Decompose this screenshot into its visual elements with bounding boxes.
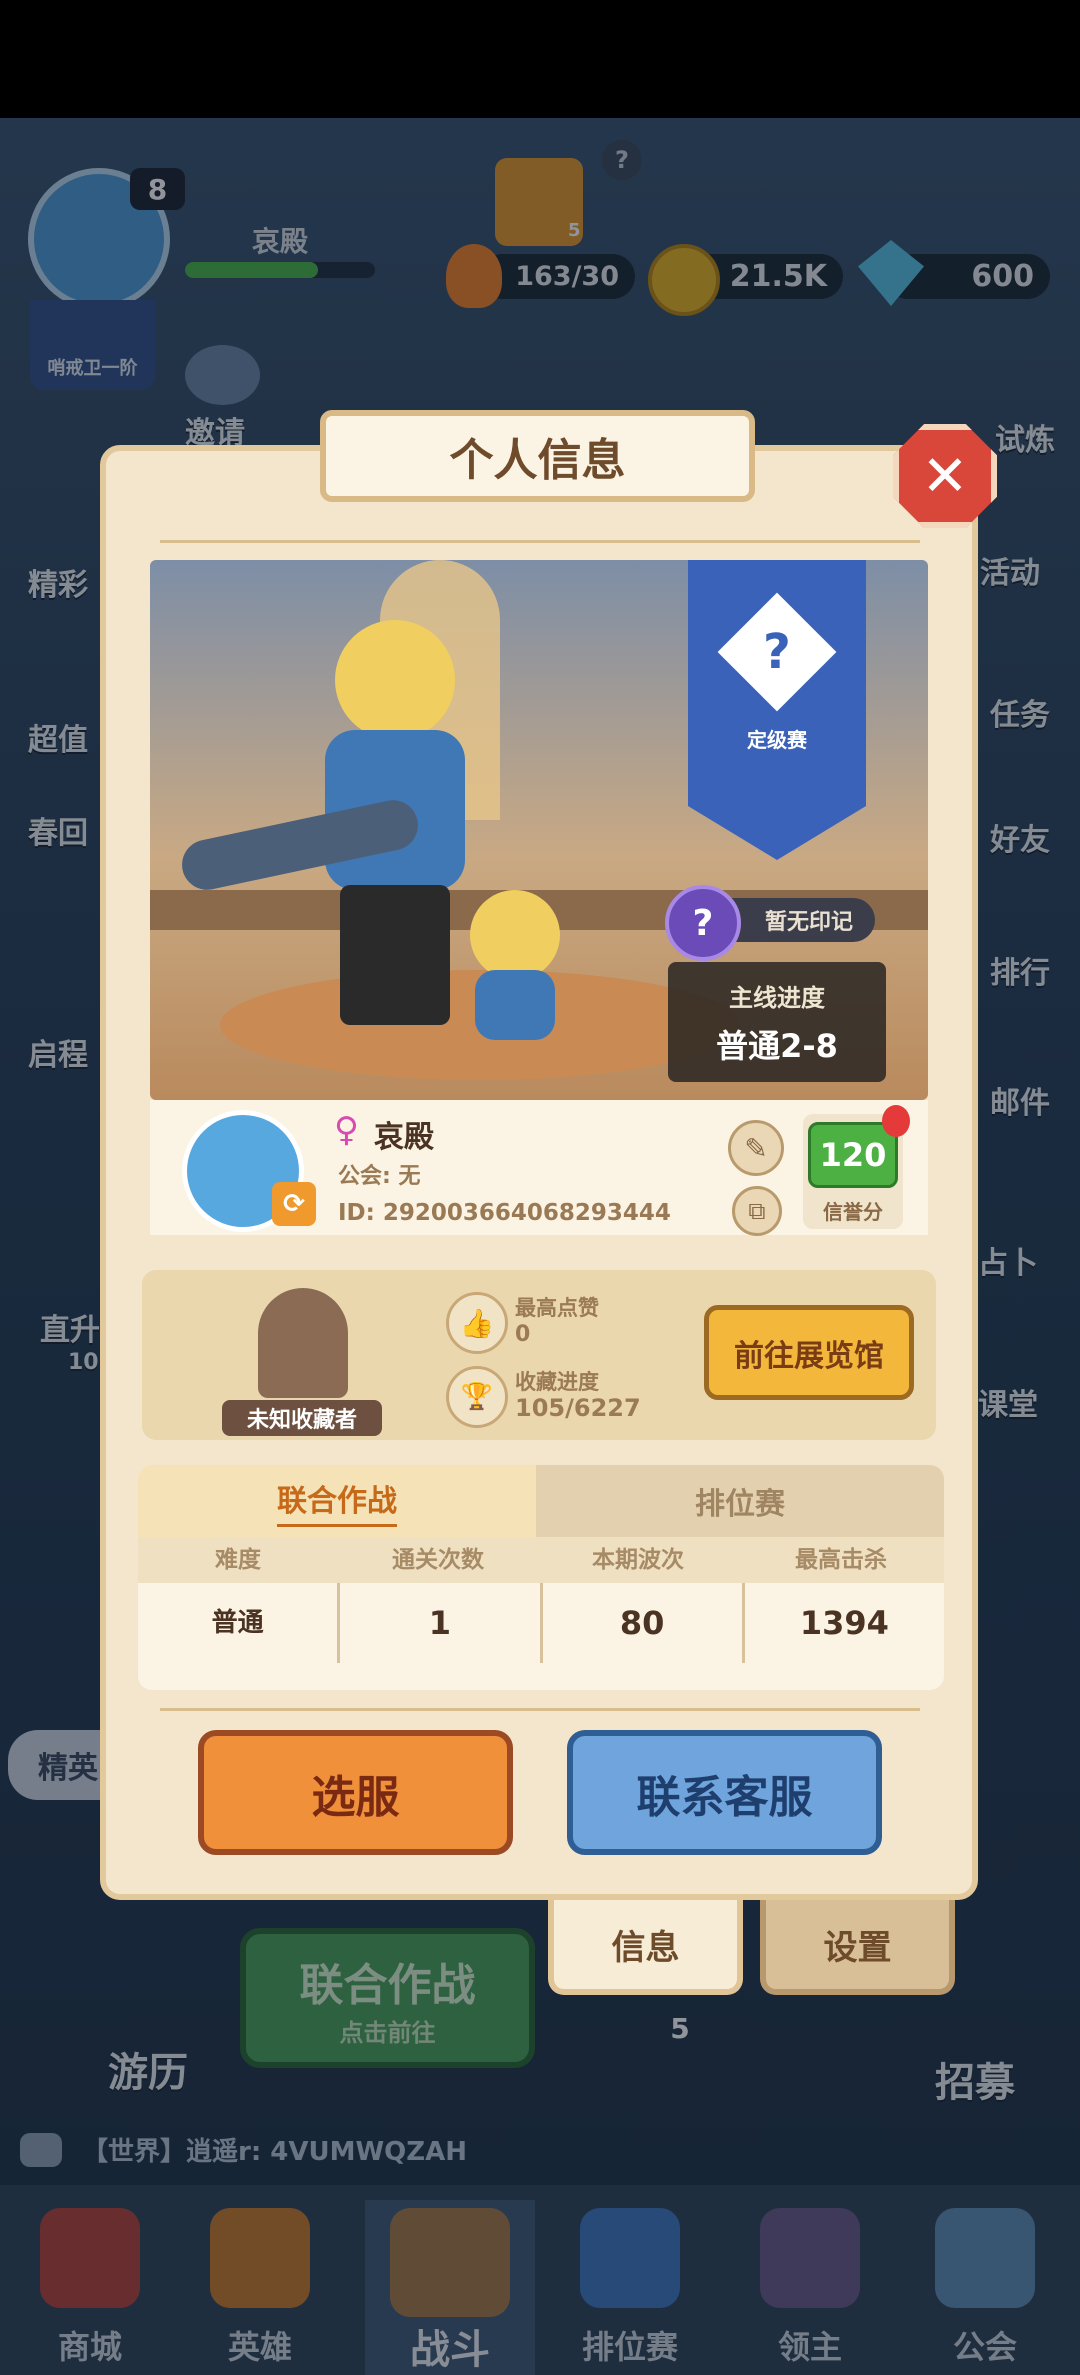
gallery-button-label: 前往展览馆 (734, 1338, 884, 1374)
modal-tab-info[interactable]: 信息 (548, 1900, 743, 1995)
gallery-button[interactable]: 前往展览馆 (704, 1305, 914, 1400)
modal-title: 个人信息 (320, 410, 755, 502)
close-icon: ✕ (921, 443, 969, 509)
tab-ranked[interactable]: 排位赛 (536, 1465, 944, 1537)
profile-id: ID: 292003664068293444 (338, 1200, 671, 1226)
change-avatar-icon[interactable]: ⟳ (272, 1182, 316, 1226)
modal-tab-settings[interactable]: 设置 (760, 1900, 955, 1995)
contact-support-button[interactable]: 联系客服 (567, 1730, 882, 1855)
credit-score-label: 信誉分 (823, 1200, 883, 1224)
stats-panel: 联合作战 排位赛 难度 通关次数 本期波次 最高击杀 普通 1 80 1394 (138, 1465, 944, 1690)
credit-score-badge: 120 (808, 1122, 898, 1188)
cell-clears: 1 (340, 1583, 543, 1663)
credit-score-value: 120 (819, 1136, 887, 1174)
cell-kills: 1394 (799, 1604, 889, 1642)
table-header-difficulty: 难度 (215, 1547, 261, 1573)
collection-progress-label: 收藏进度 (515, 1370, 599, 1394)
tab-joint-battle[interactable]: 联合作战 (138, 1465, 536, 1537)
table-header-wave: 本期波次 (592, 1547, 684, 1573)
tab-ranked-label: 排位赛 (695, 1487, 785, 1522)
credit-alert-balloon-icon (882, 1105, 910, 1137)
profile-name: 哀殿 (374, 1120, 434, 1155)
contact-support-label: 联系客服 (636, 1771, 813, 1823)
likes-label: 最高点赞 (515, 1296, 599, 1320)
table-header-kills: 最高击杀 (795, 1547, 887, 1573)
collection-progress-value: 105/6227 (515, 1394, 641, 1422)
likes-value: 0 (515, 1322, 531, 1347)
divider-top (160, 540, 920, 543)
trophy-cup-icon: 🏆 (446, 1366, 508, 1428)
qualifier-banner[interactable]: ? 定级赛 (688, 560, 866, 860)
cell-wave: 80 (543, 1583, 745, 1663)
select-server-label: 选服 (311, 1771, 400, 1823)
edit-name-icon[interactable]: ✎ (728, 1120, 784, 1176)
cell-difficulty: 普通 (138, 1583, 341, 1663)
modal-tab-info-label: 信息 (611, 1928, 680, 1968)
table-header-clears: 通关次数 (392, 1547, 484, 1573)
copy-id-icon[interactable]: ⧉ (732, 1186, 782, 1236)
table-header-row: 难度 通关次数 本期波次 最高击杀 (138, 1537, 944, 1583)
status-bar-area (0, 0, 1080, 118)
modal-title-text: 个人信息 (449, 435, 626, 486)
select-server-button[interactable]: 选服 (198, 1730, 513, 1855)
qualifier-label: 定级赛 (747, 728, 807, 752)
mark-question-icon: ? (665, 885, 741, 961)
table-row: 普通 1 80 1394 (138, 1583, 944, 1663)
divider-bottom (160, 1708, 920, 1711)
collector-title-badge: 未知收藏者 (222, 1400, 382, 1436)
trophy-icon (258, 1288, 348, 1398)
thumbs-up-icon: 👍 (446, 1292, 508, 1354)
mainline-value: 普通2-8 (716, 1026, 838, 1065)
gender-icon: ♀ (334, 1110, 359, 1150)
tab-joint-battle-label: 联合作战 (277, 1476, 397, 1527)
pet-character[interactable] (460, 890, 570, 1040)
no-mark-text: 暂无印记 (764, 910, 853, 935)
mainline-label: 主线进度 (729, 983, 825, 1012)
profile-guild: 公会: 无 (338, 1164, 421, 1189)
mainline-progress-card: 主线进度 普通2-8 (668, 962, 886, 1082)
question-diamond-icon: ? (717, 592, 837, 712)
modal-tab-settings-label: 设置 (823, 1928, 892, 1968)
collector-title-text: 未知收藏者 (246, 1408, 357, 1433)
